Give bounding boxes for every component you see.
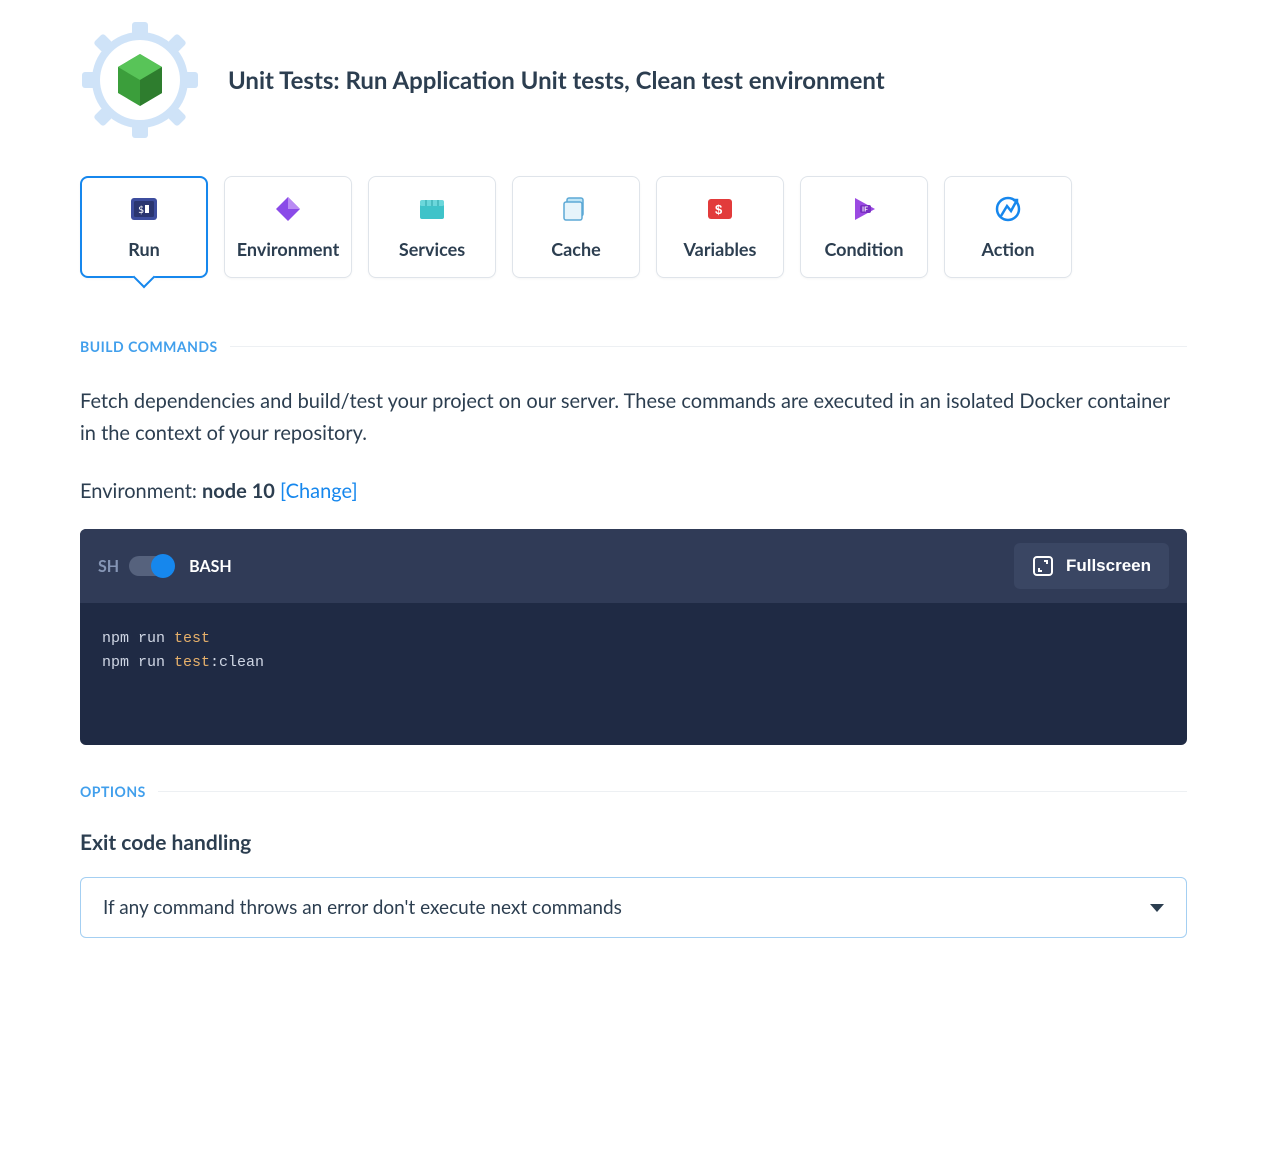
- fullscreen-icon: [1032, 555, 1054, 577]
- tab-label: Run: [128, 238, 160, 260]
- build-description: Fetch dependencies and build/test your p…: [80, 385, 1187, 449]
- tab-condition[interactable]: IF Condition: [800, 176, 928, 278]
- environment-line: Environment: node 10 [Change]: [80, 479, 1187, 503]
- tab-run[interactable]: $ Run: [80, 176, 208, 278]
- variables-icon: $: [705, 194, 735, 224]
- shell-toggle[interactable]: [129, 556, 173, 576]
- sh-label: SH: [98, 557, 119, 576]
- code-area[interactable]: npm run test npm run test:clean: [80, 603, 1187, 745]
- code-line: npm run test: [102, 627, 1165, 651]
- build-commands-section-label: BUILD COMMANDS: [80, 338, 1187, 355]
- tab-label: Services: [399, 238, 465, 260]
- svg-text:$: $: [138, 205, 144, 216]
- environment-icon: [273, 194, 303, 224]
- tab-label: Variables: [684, 238, 757, 260]
- fullscreen-button[interactable]: Fullscreen: [1014, 543, 1169, 589]
- code-line: npm run test:clean: [102, 651, 1165, 675]
- header: Unit Tests: Run Application Unit tests, …: [80, 20, 1187, 140]
- tab-variables[interactable]: $ Variables: [656, 176, 784, 278]
- svg-text:IF: IF: [862, 206, 868, 214]
- condition-icon: IF: [849, 194, 879, 224]
- tabs: $ Run Environment: [80, 176, 1187, 278]
- page-title: Unit Tests: Run Application Unit tests, …: [228, 66, 885, 95]
- select-value: If any command throws an error don't exe…: [103, 896, 622, 919]
- env-prefix: Environment:: [80, 479, 202, 503]
- tab-action[interactable]: Action: [944, 176, 1072, 278]
- cache-icon: [561, 194, 591, 224]
- chevron-down-icon: [1150, 904, 1164, 912]
- tab-cache[interactable]: Cache: [512, 176, 640, 278]
- services-icon: [417, 194, 447, 224]
- tab-label: Condition: [824, 238, 903, 260]
- editor-header: SH BASH Fullscreen: [80, 529, 1187, 603]
- options-section-label: OPTIONS: [80, 783, 1187, 800]
- node-gear-icon: [80, 20, 200, 140]
- svg-text:$: $: [715, 202, 723, 217]
- exit-code-select[interactable]: If any command throws an error don't exe…: [80, 877, 1187, 938]
- run-icon: $: [129, 194, 159, 224]
- tab-label: Cache: [551, 238, 600, 260]
- tab-label: Environment: [237, 238, 340, 260]
- action-icon: [993, 194, 1023, 224]
- tab-environment[interactable]: Environment: [224, 176, 352, 278]
- change-env-link[interactable]: [Change]: [280, 479, 358, 503]
- env-value: node 10: [202, 479, 275, 503]
- tab-services[interactable]: Services: [368, 176, 496, 278]
- exit-code-title: Exit code handling: [80, 830, 1187, 855]
- fullscreen-label: Fullscreen: [1066, 556, 1151, 576]
- bash-label: BASH: [189, 557, 232, 576]
- tab-label: Action: [981, 238, 1034, 260]
- code-editor: SH BASH Fullscreen npm run test npm run …: [80, 529, 1187, 745]
